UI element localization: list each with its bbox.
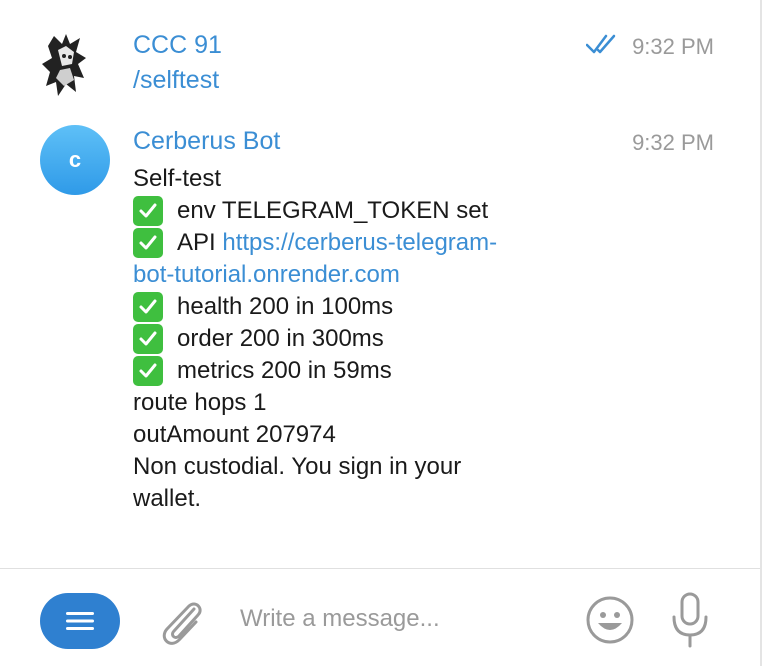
- message-time: 9:32 PM: [632, 130, 714, 155]
- sender-name[interactable]: Cerberus Bot: [133, 127, 280, 156]
- check-mark-icon: [133, 324, 163, 354]
- message-time: 9:32 PM: [632, 34, 714, 59]
- api-link[interactable]: https://cerberus-telegram-: [222, 227, 497, 259]
- user-avatar[interactable]: [40, 30, 92, 102]
- avatar-letter: c: [68, 147, 82, 172]
- message-line: wallet.: [133, 485, 202, 512]
- message-line: Self-test: [133, 165, 222, 192]
- check-mark-icon: [133, 292, 163, 322]
- message-line: metrics 200 in 59ms: [133, 355, 497, 387]
- message-line: order 200 in 300ms: [133, 323, 497, 355]
- message-line: API https://cerberus-telegram-: [133, 227, 497, 259]
- emoji-icon[interactable]: [585, 595, 635, 645]
- api-label: API: [177, 229, 223, 256]
- check-mark-icon: [133, 356, 163, 386]
- message-line: bot-tutorial.onrender.com: [133, 259, 497, 291]
- message-line: env TELEGRAM_TOKEN set: [133, 195, 497, 227]
- menu-button[interactable]: [40, 593, 120, 649]
- line-text: health 200 in 100ms: [177, 293, 394, 320]
- double-check-icon: [586, 34, 616, 54]
- microphone-icon[interactable]: [670, 591, 710, 649]
- message-body: Self-test env TELEGRAM_TOKEN set API htt…: [133, 163, 497, 515]
- api-link-continued[interactable]: bot-tutorial.onrender.com: [133, 259, 400, 291]
- command-text[interactable]: /selftest: [133, 66, 219, 95]
- message-line: outAmount 207974: [133, 421, 336, 448]
- paperclip-icon[interactable]: [158, 595, 204, 647]
- bot-avatar[interactable]: c: [40, 125, 110, 195]
- line-text: metrics 200 in 59ms: [177, 357, 392, 384]
- line-text: order 200 in 300ms: [177, 325, 384, 352]
- check-mark-icon: [133, 196, 163, 226]
- message-line: Non custodial. You sign in your: [133, 453, 462, 480]
- line-text: env TELEGRAM_TOKEN set: [177, 197, 489, 224]
- check-mark-icon: [133, 228, 163, 258]
- message-composer: [0, 568, 760, 667]
- sender-name[interactable]: CCC 91: [133, 31, 222, 60]
- message-line: route hops 1: [133, 389, 267, 416]
- menu-icon: [66, 612, 94, 630]
- message-line: health 200 in 100ms: [133, 291, 497, 323]
- message-input[interactable]: [240, 599, 560, 639]
